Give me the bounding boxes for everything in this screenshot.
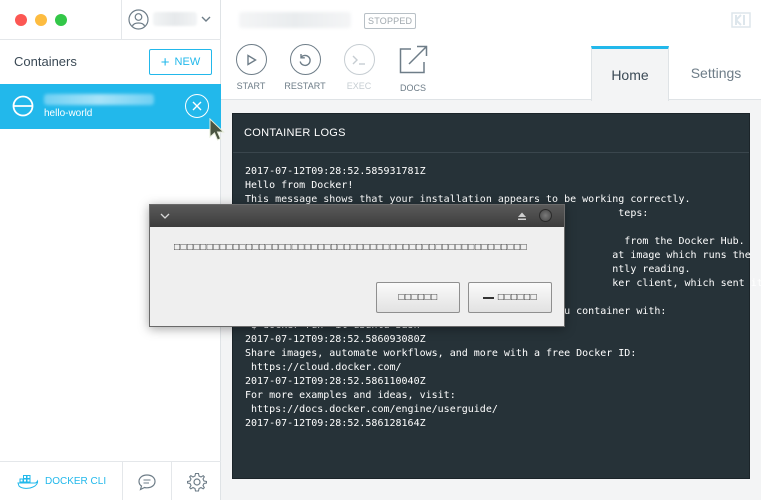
- dialog-button-primary[interactable]: □□□□□□: [376, 282, 460, 313]
- containers-title: Containers: [14, 54, 77, 69]
- container-title-redacted: [239, 12, 351, 28]
- preferences-button[interactable]: [172, 462, 221, 500]
- window-close-button[interactable]: [15, 14, 27, 26]
- mouse-cursor-icon: [209, 118, 225, 141]
- restart-icon: [289, 44, 321, 75]
- start-label: START: [236, 81, 266, 91]
- docs-button[interactable]: DOCS: [388, 44, 438, 93]
- chat-bubble-icon: [138, 473, 156, 491]
- dialog-button-secondary[interactable]: □□□□□□: [468, 282, 552, 313]
- chevron-down-icon[interactable]: [201, 15, 211, 23]
- minus-icon: [482, 296, 494, 299]
- play-icon: [235, 44, 267, 75]
- exec-button[interactable]: EXEC: [334, 44, 384, 91]
- sidebar-topbar: [0, 0, 221, 40]
- log-line: 2017-07-12T09:28:52.586110040Z: [245, 376, 426, 387]
- divider: [121, 0, 122, 40]
- container-header: STOPPED START RESTART EXEC DOCS Home Set…: [221, 0, 761, 101]
- exec-label: EXEC: [346, 81, 372, 91]
- dialog-button-secondary-label: □□□□□□: [497, 292, 538, 303]
- plus-icon: +: [160, 53, 170, 71]
- user-avatar-icon[interactable]: [128, 9, 149, 30]
- feedback-button[interactable]: [123, 462, 172, 500]
- account-name-redacted[interactable]: [153, 12, 197, 26]
- dialog-titlebar: [150, 205, 564, 227]
- sidebar-bottombar: DOCKER CLI: [0, 461, 221, 500]
- container-list-item[interactable]: hello-world: [0, 84, 221, 129]
- kitematic-window: Containers + NEW hello-world DOCKER CLI …: [0, 0, 761, 500]
- log-line: Hello from Docker!: [245, 180, 354, 191]
- docker-cli-label: DOCKER CLI: [45, 476, 107, 487]
- window-zoom-button[interactable]: [55, 14, 67, 26]
- modal-dialog: □□□□□□□□□□□□□□□□□□□□□□□□□□□□□□□□□□□□□□□□…: [149, 204, 565, 327]
- eject-icon[interactable]: [516, 210, 528, 222]
- new-button-label: NEW: [174, 56, 201, 68]
- dialog-message: □□□□□□□□□□□□□□□□□□□□□□□□□□□□□□□□□□□□□□□□…: [174, 242, 528, 253]
- docker-whale-icon: [17, 474, 39, 489]
- tab-home[interactable]: Home: [591, 46, 669, 101]
- kitematic-logo-icon: [731, 12, 751, 28]
- docs-label: DOCS: [399, 83, 426, 93]
- log-line: 2017-07-12T09:28:52.586128164Z: [245, 418, 426, 429]
- restart-label: RESTART: [284, 81, 326, 91]
- docker-cli-button[interactable]: DOCKER CLI: [0, 462, 123, 500]
- tab-settings[interactable]: Settings: [671, 46, 761, 100]
- stopped-status-icon: [12, 95, 34, 117]
- container-name-redacted: [44, 94, 154, 105]
- log-line: 2017-07-12T09:28:52.586093080Z: [245, 334, 426, 345]
- gear-icon: [186, 472, 207, 492]
- remove-container-button[interactable]: [185, 94, 209, 118]
- terminal-icon: [343, 44, 375, 75]
- log-line: For more examples and ideas, visit:: [245, 390, 456, 401]
- dialog-close-button[interactable]: [539, 209, 552, 222]
- log-line: https://docs.docker.com/engine/userguide…: [245, 404, 498, 415]
- dialog-button-primary-label: □□□□□□: [398, 292, 438, 303]
- log-line: https://cloud.docker.com/: [245, 362, 402, 373]
- external-link-icon: [399, 45, 427, 74]
- log-line: 2017-07-12T09:28:52.585931781Z: [245, 166, 426, 177]
- logs-title: CONTAINER LOGS: [233, 114, 749, 153]
- start-button[interactable]: START: [226, 44, 276, 91]
- close-icon: [192, 101, 202, 111]
- container-image-label: hello-world: [44, 108, 93, 119]
- restart-button[interactable]: RESTART: [280, 44, 330, 91]
- log-line: Share images, automate workflows, and mo…: [245, 348, 637, 359]
- new-container-button[interactable]: + NEW: [149, 49, 212, 75]
- window-minimize-button[interactable]: [35, 14, 47, 26]
- chevron-down-icon[interactable]: [160, 212, 170, 220]
- status-badge: STOPPED: [364, 13, 417, 29]
